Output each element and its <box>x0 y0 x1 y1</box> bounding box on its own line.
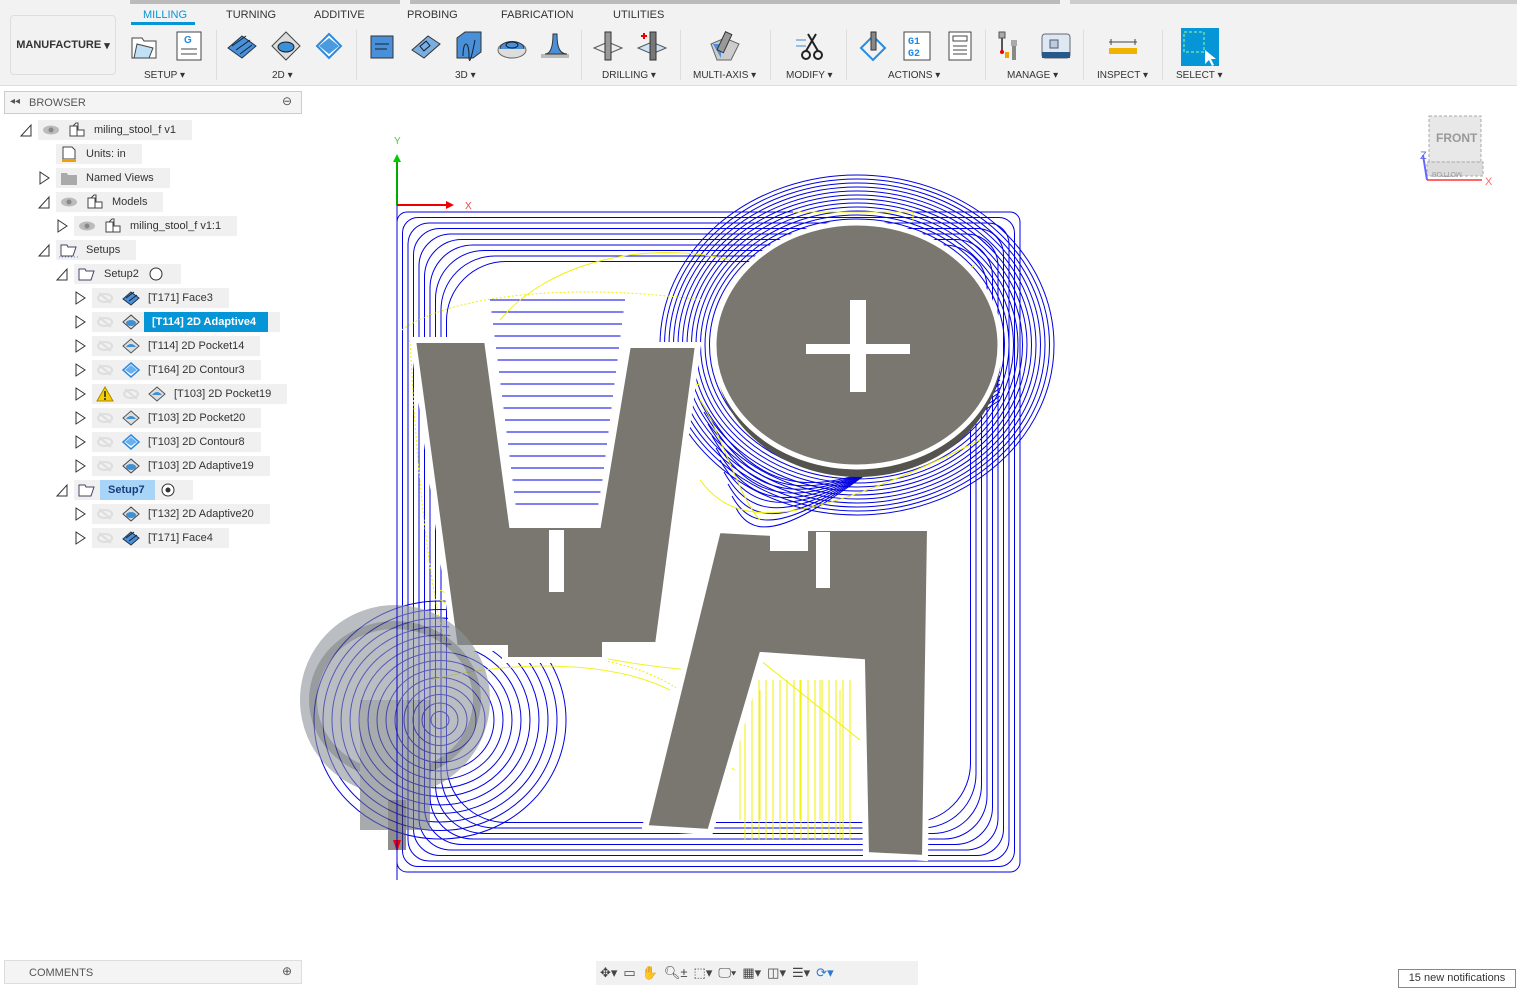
parallel-icon[interactable] <box>453 30 485 62</box>
face-icon[interactable] <box>226 30 258 62</box>
2d-contour-icon[interactable] <box>313 30 345 62</box>
add-comment-icon[interactable]: ⊕ <box>282 964 292 978</box>
zoom-window-icon[interactable]: ⬚▾ <box>694 965 713 981</box>
orbit-icon[interactable]: ✥▾ <box>600 965 617 981</box>
contour-3d-icon[interactable] <box>496 30 528 62</box>
separator <box>581 30 582 80</box>
separator <box>1162 30 1163 80</box>
select-group-menu[interactable]: SELECT ▾ <box>1176 70 1223 81</box>
tab-milling[interactable]: MILLING <box>143 9 187 21</box>
viewcube-z-label: Z <box>1420 150 1427 162</box>
drill-icon[interactable] <box>592 30 624 62</box>
setup-sheet-icon[interactable] <box>944 30 976 62</box>
refresh-icon[interactable]: ⟳▾ <box>816 965 833 981</box>
setup-group-menu[interactable]: SETUP ▾ <box>144 70 185 81</box>
separator <box>356 30 357 80</box>
tool-holder <box>300 605 490 850</box>
x-axis-label: X <box>465 201 472 212</box>
grid-icon[interactable]: ▦▾ <box>742 965 761 981</box>
3d-pocket-icon[interactable] <box>410 30 442 62</box>
2d-group-menu[interactable]: 2D ▾ <box>272 70 293 81</box>
notifications-button[interactable]: 15 new notifications <box>1398 969 1516 988</box>
multi-axis-icon[interactable] <box>709 30 741 62</box>
viewcube-x-label: X <box>1485 176 1493 188</box>
zoom-icon[interactable]: 🔍︎± <box>664 965 688 981</box>
separator <box>846 30 847 80</box>
comments-panel-header: COMMENTS ⊕ <box>4 960 302 984</box>
modify-group-menu[interactable]: MODIFY ▾ <box>786 70 833 81</box>
select-icon[interactable] <box>1181 28 1219 66</box>
toolbar: MANUFACTURE ▾ MILLING TURNING ADDITIVE P… <box>0 0 1517 86</box>
slot <box>549 530 564 592</box>
slot <box>816 532 830 588</box>
new-setup-icon[interactable] <box>129 30 161 62</box>
tab-utilities[interactable]: UTILITIES <box>613 9 664 21</box>
3d-group-menu[interactable]: 3D ▾ <box>455 70 476 81</box>
tab-fabrication[interactable]: FABRICATION <box>501 9 574 21</box>
viewports-icon[interactable]: ◫▾ <box>767 965 786 981</box>
svg-text:G: G <box>184 35 192 46</box>
workspace-switcher[interactable]: MANUFACTURE ▾ <box>10 15 116 75</box>
active-tab-indicator <box>131 22 195 25</box>
view-cube[interactable]: FRONT BOTTOM Z X <box>1420 110 1500 190</box>
viewcube-front-face[interactable]: FRONT <box>1436 131 1478 145</box>
post-process-icon[interactable]: G1G2 <box>901 30 933 62</box>
navigation-bar: ✥▾ ▭ ✋ 🔍︎± ⬚▾ 🖵▾ ▦▾ ◫▾ ☰▾ ⟳▾ <box>596 961 918 985</box>
hole-recognition-icon[interactable] <box>636 30 668 62</box>
display-settings-icon[interactable]: 🖵▾ <box>718 965 736 981</box>
tab-turning[interactable]: TURNING <box>226 9 276 21</box>
viewcube-bottom-face[interactable]: BOTTOM <box>1432 170 1462 177</box>
2d-adaptive-icon[interactable] <box>270 30 302 62</box>
machine-library-icon[interactable] <box>1040 30 1072 62</box>
left-part-shape <box>409 337 702 663</box>
tab-probing[interactable]: PROBING <box>407 9 458 21</box>
scallop-icon[interactable] <box>539 30 571 62</box>
scissors-icon[interactable] <box>794 30 826 62</box>
nc-program-icon[interactable]: G <box>173 30 205 62</box>
layers-icon[interactable]: ☰▾ <box>792 965 810 981</box>
drilling-group-menu[interactable]: DRILLING ▾ <box>602 70 656 81</box>
inspect-group-menu[interactable]: INSPECT ▾ <box>1097 70 1148 81</box>
canvas-viewport[interactable]: Y X <box>0 86 1517 958</box>
cross-slot-v <box>850 300 866 392</box>
y-axis-label: Y <box>394 136 401 147</box>
measure-icon[interactable] <box>1107 30 1139 62</box>
3d-adaptive-icon[interactable] <box>367 30 399 62</box>
pan-icon[interactable]: ✋ <box>642 965 658 981</box>
separator <box>216 30 217 80</box>
tab-additive[interactable]: ADDITIVE <box>314 9 365 21</box>
separator <box>770 30 771 80</box>
look-at-icon[interactable]: ▭ <box>623 965 635 981</box>
separator <box>1083 30 1084 80</box>
actions-group-menu[interactable]: ACTIONS ▾ <box>888 70 940 81</box>
separator <box>680 30 681 80</box>
svg-text:G2: G2 <box>908 49 920 60</box>
multi-axis-group-menu[interactable]: MULTI-AXIS ▾ <box>693 70 756 81</box>
window-tabs-strip <box>0 0 1517 4</box>
svg-text:G1: G1 <box>908 37 920 48</box>
tool-library-icon[interactable] <box>997 30 1029 62</box>
manage-group-menu[interactable]: MANAGE ▾ <box>1007 70 1058 81</box>
simulate-icon[interactable] <box>859 30 891 62</box>
separator <box>985 30 986 80</box>
comments-title: COMMENTS <box>29 967 94 979</box>
